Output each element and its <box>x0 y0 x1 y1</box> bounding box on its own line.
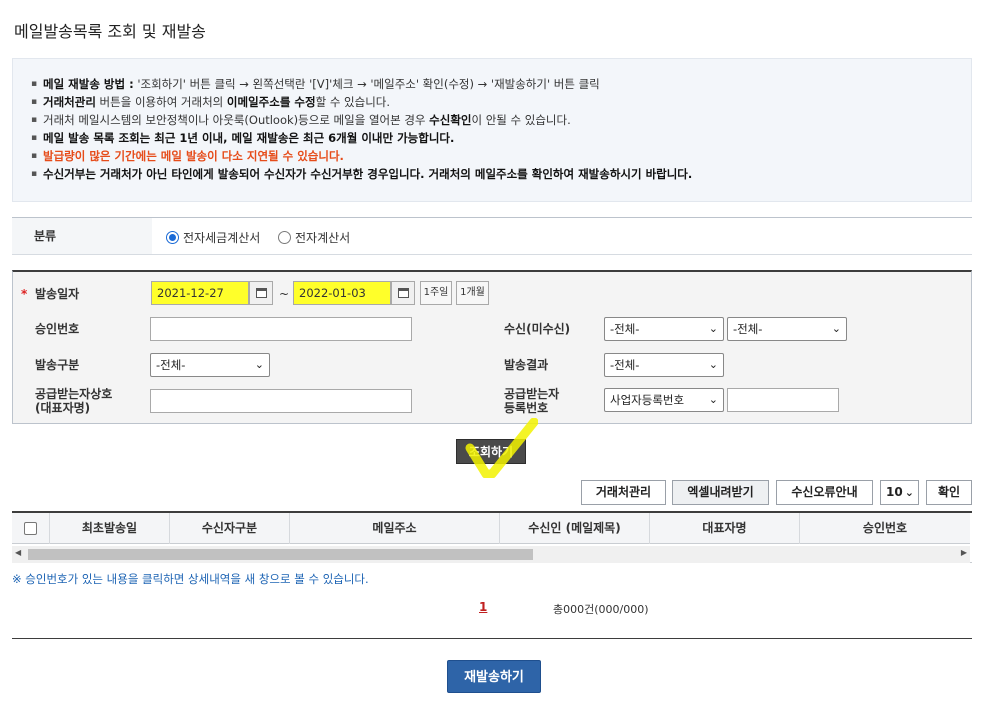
buyer-name-input[interactable] <box>150 389 412 413</box>
scroll-right-icon[interactable]: ▶ <box>961 548 967 557</box>
calendar-icon <box>255 288 267 298</box>
receipt-select-1[interactable]: -전체- ⌄ <box>604 317 724 341</box>
pagination-page-1[interactable]: 1 <box>479 600 487 614</box>
guide-line-reject: 수신거부는 거래처가 아닌 타인에게 발송되어 수신자가 수신거부한 경우입니다… <box>31 165 971 183</box>
select-all-checkbox[interactable] <box>24 522 37 535</box>
category-label: 분류 <box>12 218 152 254</box>
scrollbar-thumb[interactable] <box>28 549 533 560</box>
receipt-select-2[interactable]: -전체- ⌄ <box>727 317 847 341</box>
guide-line-client-mgmt: 거래처관리 버튼을 이용하여 거래처의 이메일주소를 수정할 수 있습니다. <box>31 93 971 111</box>
horizontal-scrollbar[interactable]: ◀ ▶ <box>12 546 970 563</box>
guide-line-delay: 발급량이 많은 기간에는 메일 발송이 다소 지연될 수 있습니다. <box>31 147 971 165</box>
error-guide-button[interactable]: 수신오류안내 <box>776 480 873 505</box>
date-to-input[interactable]: 2022-01-03 <box>293 281 391 305</box>
buyer-reg-label: 공급받는자 등록번호 <box>504 387 560 415</box>
buyer-name-label: 공급받는자상호 (대표자명) <box>35 387 113 415</box>
chevron-down-icon: ⌄ <box>904 486 914 499</box>
radio-unselected-icon[interactable] <box>278 231 291 244</box>
chevron-down-icon: ⌄ <box>831 322 841 335</box>
chevron-down-icon: ⌄ <box>708 358 718 371</box>
send-date-label: 발송일자 <box>35 287 80 301</box>
confirm-button[interactable]: 확인 <box>926 480 972 505</box>
col-first-send-date[interactable]: 최초발송일 <box>50 513 170 544</box>
radio-e-invoice[interactable]: 전자계산서 <box>278 229 350 246</box>
chevron-down-icon: ⌄ <box>254 358 264 371</box>
approval-no-label: 승인번호 <box>35 322 80 336</box>
col-email[interactable]: 메일주소 <box>290 513 500 544</box>
scroll-left-icon[interactable]: ◀ <box>15 548 21 557</box>
required-mark: * <box>21 287 28 301</box>
divider <box>12 638 972 639</box>
category-row: 분류 전자세금계산서 전자계산서 <box>12 217 972 255</box>
excel-download-button[interactable]: 엑셀내려받기 <box>672 480 769 505</box>
radio-selected-icon[interactable] <box>166 231 179 244</box>
resend-button[interactable]: 재발송하기 <box>447 660 541 693</box>
period-1month-button[interactable]: 1개월 <box>456 281 489 305</box>
col-recipient-type[interactable]: 수신자구분 <box>170 513 290 544</box>
date-to-calendar-button[interactable] <box>391 281 415 305</box>
period-1week-button[interactable]: 1주일 <box>420 281 452 305</box>
col-representative[interactable]: 대표자명 <box>650 513 800 544</box>
guide-line-receipt: 거래처 메일시스템의 보안정책이나 아웃룩(Outlook)등으로 메일을 열어… <box>31 111 971 129</box>
radio-etax-invoice[interactable]: 전자세금계산서 <box>166 229 260 246</box>
date-range-tilde: ~ <box>279 287 290 301</box>
calendar-icon <box>397 288 409 298</box>
page-title: 메일발송목록 조회 및 재발송 <box>14 22 206 41</box>
search-panel: * 발송일자 2021-12-27 ~ 2022-01-03 1주일 1개월 승… <box>12 270 972 424</box>
guide-line-resend-method: 메일 재발송 방법 : '조회하기' 버튼 클릭 → 왼쪽선택란 '[V]'체크… <box>31 75 971 93</box>
chevron-down-icon: ⌄ <box>708 393 718 406</box>
table-header: 최초발송일 수신자구분 메일주소 수신인 (메일제목) 대표자명 승인번호 <box>12 513 970 544</box>
select-all-cell <box>12 513 50 544</box>
col-recipient-subject[interactable]: 수신인 (메일제목) <box>500 513 650 544</box>
page-size-select[interactable]: 10 ⌄ <box>880 480 919 505</box>
col-approval-no[interactable]: 승인번호 <box>800 513 970 544</box>
buyer-reg-no-input[interactable] <box>727 388 839 412</box>
total-count: 총000건(000/000) <box>553 603 649 616</box>
date-from-calendar-button[interactable] <box>249 281 273 305</box>
guide-line-period: 메일 발송 목록 조회는 최근 1년 이내, 메일 재발송은 최근 6개월 이내… <box>31 129 971 147</box>
search-button[interactable]: 조회하기 <box>456 439 526 464</box>
send-result-label: 발송결과 <box>504 358 549 372</box>
send-result-select[interactable]: -전체- ⌄ <box>604 353 724 377</box>
send-type-label: 발송구분 <box>35 358 80 372</box>
approval-click-note: ※ 승인번호가 있는 내용을 클릭하면 상세내역을 새 창으로 볼 수 있습니다… <box>12 572 369 586</box>
approval-no-input[interactable] <box>150 317 412 341</box>
receipt-label: 수신(미수신) <box>504 322 571 336</box>
send-type-select[interactable]: -전체- ⌄ <box>150 353 270 377</box>
chevron-down-icon: ⌄ <box>708 322 718 335</box>
client-mgmt-button[interactable]: 거래처관리 <box>581 480 666 505</box>
buyer-reg-type-select[interactable]: 사업자등록번호 ⌄ <box>604 388 724 412</box>
date-from-input[interactable]: 2021-12-27 <box>151 281 249 305</box>
guide-box: 메일 재발송 방법 : '조회하기' 버튼 클릭 → 왼쪽선택란 '[V]'체크… <box>12 58 972 202</box>
result-table: 최초발송일 수신자구분 메일주소 수신인 (메일제목) 대표자명 승인번호 ◀ … <box>12 511 972 563</box>
